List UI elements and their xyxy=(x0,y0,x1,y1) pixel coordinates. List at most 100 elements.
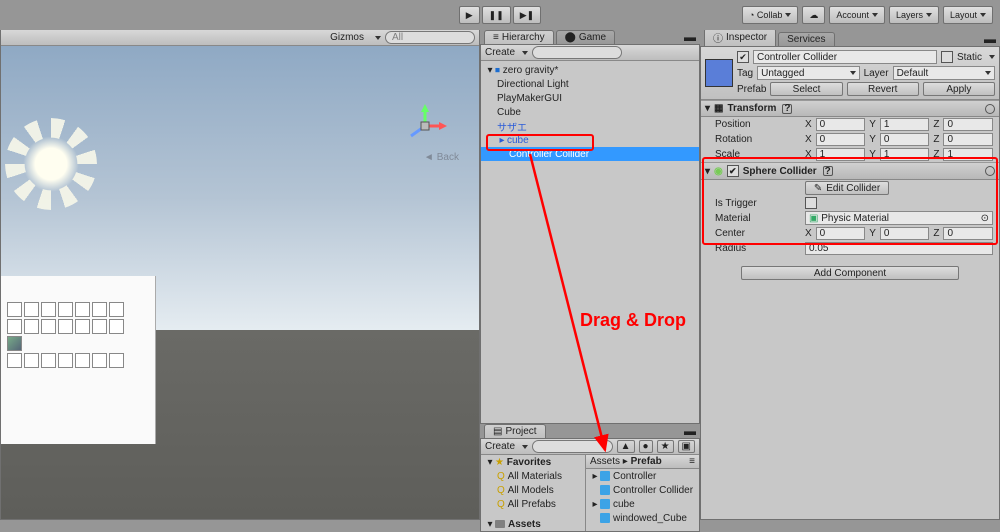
layers-dropdown[interactable]: Layers xyxy=(889,6,939,24)
help-icon[interactable]: ? xyxy=(782,104,792,114)
center-x-field[interactable]: 0 xyxy=(816,227,866,240)
position-y-field[interactable]: 1 xyxy=(880,118,930,131)
hierarchy-root[interactable]: ▾⏹ zero gravity* xyxy=(481,63,699,77)
layer-label: Layer xyxy=(864,68,889,79)
chevron-down-icon xyxy=(989,55,995,59)
radius-field[interactable]: 0.05 xyxy=(805,242,993,255)
tag-label: Tag xyxy=(737,68,753,79)
scale-z-field[interactable]: 1 xyxy=(943,148,993,161)
orientation-gizmo[interactable] xyxy=(401,102,449,150)
material-field[interactable]: ▣ Physic Material⊙ xyxy=(805,211,993,225)
project-filter-button[interactable]: ● xyxy=(639,440,653,453)
scale-y-field[interactable]: 1 xyxy=(880,148,930,161)
back-button[interactable]: ◄ Back xyxy=(424,152,459,163)
scale-x-field[interactable]: 1 xyxy=(816,148,866,161)
hierarchy-search-input[interactable] xyxy=(532,46,622,59)
project-create-dropdown[interactable]: Create xyxy=(485,441,515,452)
tab-inspector[interactable]: ⓘInspector xyxy=(704,28,776,46)
panel-options-button[interactable]: ▬ xyxy=(684,424,696,438)
play-button[interactable]: ▶ xyxy=(459,6,480,24)
edit-collider-button[interactable]: ✎Edit Collider xyxy=(805,181,889,195)
hierarchy-item[interactable]: Cube xyxy=(481,105,699,119)
layout-dropdown[interactable]: Layout xyxy=(943,6,993,24)
gameobject-name-field[interactable]: Controller Collider xyxy=(753,50,937,64)
prefab-label: Prefab xyxy=(737,84,766,95)
rotation-x-field[interactable]: 0 xyxy=(816,133,866,146)
tab-services[interactable]: Services xyxy=(778,32,834,46)
tab-project[interactable]: ▤Project xyxy=(484,424,546,438)
chevron-down-icon xyxy=(375,36,381,40)
layer-dropdown[interactable]: Default xyxy=(893,66,995,80)
project-save-button[interactable]: ▣ xyxy=(678,440,695,453)
hierarchy-item-selected[interactable]: Controller Collider xyxy=(481,147,699,161)
scene-search-input[interactable]: All xyxy=(385,31,475,44)
chevron-down-icon xyxy=(522,51,528,55)
prefab-revert-button[interactable]: Revert xyxy=(847,82,919,96)
static-checkbox[interactable] xyxy=(941,51,953,63)
transform-section-header[interactable]: ▾▦Transform ? xyxy=(701,100,999,117)
prefab-item[interactable]: ▸Controller xyxy=(586,469,699,483)
project-filter-button[interactable]: ▲ xyxy=(617,440,635,453)
project-filter-button[interactable]: ★ xyxy=(657,440,674,453)
hierarchy-item[interactable]: Directional Light xyxy=(481,77,699,91)
position-z-field[interactable]: 0 xyxy=(943,118,993,131)
sphere-collider-section-header[interactable]: ▾◉ ✔ Sphere Collider ? xyxy=(701,162,999,180)
favorite-item[interactable]: Q All Models xyxy=(481,483,585,497)
tab-game[interactable]: ⬤Game xyxy=(556,30,615,44)
cloud-button[interactable]: ☁ xyxy=(802,6,825,24)
prefab-select-button[interactable]: Select xyxy=(770,82,842,96)
static-label: Static xyxy=(957,52,982,63)
rotation-y-field[interactable]: 0 xyxy=(880,133,930,146)
scene-viewport[interactable]: ◄ Back xyxy=(1,46,479,519)
account-dropdown[interactable]: Account xyxy=(829,6,885,24)
scale-row: Scale X1 Y1 Z1 xyxy=(701,147,999,162)
hierarchy-item[interactable]: PlayMakerGUI xyxy=(481,91,699,105)
help-icon[interactable]: ? xyxy=(823,166,833,176)
chevron-down-icon xyxy=(522,445,528,449)
sun-gizmo xyxy=(23,136,79,192)
gizmos-dropdown[interactable]: Gizmos xyxy=(330,32,364,43)
hierarchy-item[interactable]: サザエ xyxy=(481,119,699,133)
material-row: Material ▣ Physic Material⊙ xyxy=(701,210,999,226)
top-toolbar: ▶ ❚❚ ▶❚ ◔ Collab ☁ Account Layers Layout xyxy=(0,0,1000,30)
chevron-down-icon xyxy=(872,13,878,17)
favorites-folder[interactable]: ▾★ Favorites xyxy=(481,455,585,469)
rotation-z-field[interactable]: 0 xyxy=(943,133,993,146)
is-trigger-checkbox[interactable] xyxy=(805,197,817,209)
collab-dropdown[interactable]: ◔ Collab xyxy=(742,6,798,24)
radius-row: Radius 0.05 xyxy=(701,241,999,256)
chevron-down-icon xyxy=(980,13,986,17)
prefab-item[interactable]: windowed_Cube xyxy=(586,511,699,525)
step-button[interactable]: ▶❚ xyxy=(513,6,541,24)
gear-icon[interactable] xyxy=(985,104,995,114)
tab-hierarchy[interactable]: ≡Hierarchy xyxy=(484,30,554,44)
hierarchy-item[interactable]: ▸cube xyxy=(481,133,699,147)
favorite-item[interactable]: Q All Materials xyxy=(481,469,585,483)
favorite-item[interactable]: Q All Prefabs xyxy=(481,497,585,511)
prefab-item[interactable]: ▸cube xyxy=(586,497,699,511)
hierarchy-create-dropdown[interactable]: Create xyxy=(485,47,515,58)
gameobject-icon[interactable] xyxy=(705,59,733,87)
position-row: Position X0 Y1 Z0 xyxy=(701,117,999,132)
chevron-down-icon xyxy=(926,13,932,17)
panel-options-button[interactable]: ▬ xyxy=(984,32,996,46)
hierarchy-tree[interactable]: ▾⏹ zero gravity* Directional Light PlayM… xyxy=(481,61,699,423)
rotation-row: Rotation X0 Y0 Z0 xyxy=(701,132,999,147)
gear-icon[interactable] xyxy=(985,166,995,176)
center-z-field[interactable]: 0 xyxy=(943,227,993,240)
tag-dropdown[interactable]: Untagged xyxy=(757,66,859,80)
add-component-button[interactable]: Add Component xyxy=(741,266,959,280)
pause-button[interactable]: ❚❚ xyxy=(482,6,511,24)
panel-options-button[interactable]: ▬ xyxy=(684,30,696,44)
is-trigger-row: Is Trigger xyxy=(701,196,999,210)
assets-folder[interactable]: ▾Assets xyxy=(481,517,585,531)
component-enable-checkbox[interactable]: ✔ xyxy=(727,165,739,177)
project-search-input[interactable] xyxy=(532,440,613,453)
position-x-field[interactable]: 0 xyxy=(816,118,866,131)
prefab-item[interactable]: Controller Collider xyxy=(586,483,699,497)
list-view-icon[interactable]: ≡ xyxy=(689,456,695,467)
prefab-apply-button[interactable]: Apply xyxy=(923,82,995,96)
center-y-field[interactable]: 0 xyxy=(880,227,930,240)
project-breadcrumb[interactable]: Assets ▸ Prefab≡ xyxy=(586,455,699,469)
active-checkbox[interactable]: ✔ xyxy=(737,51,749,63)
